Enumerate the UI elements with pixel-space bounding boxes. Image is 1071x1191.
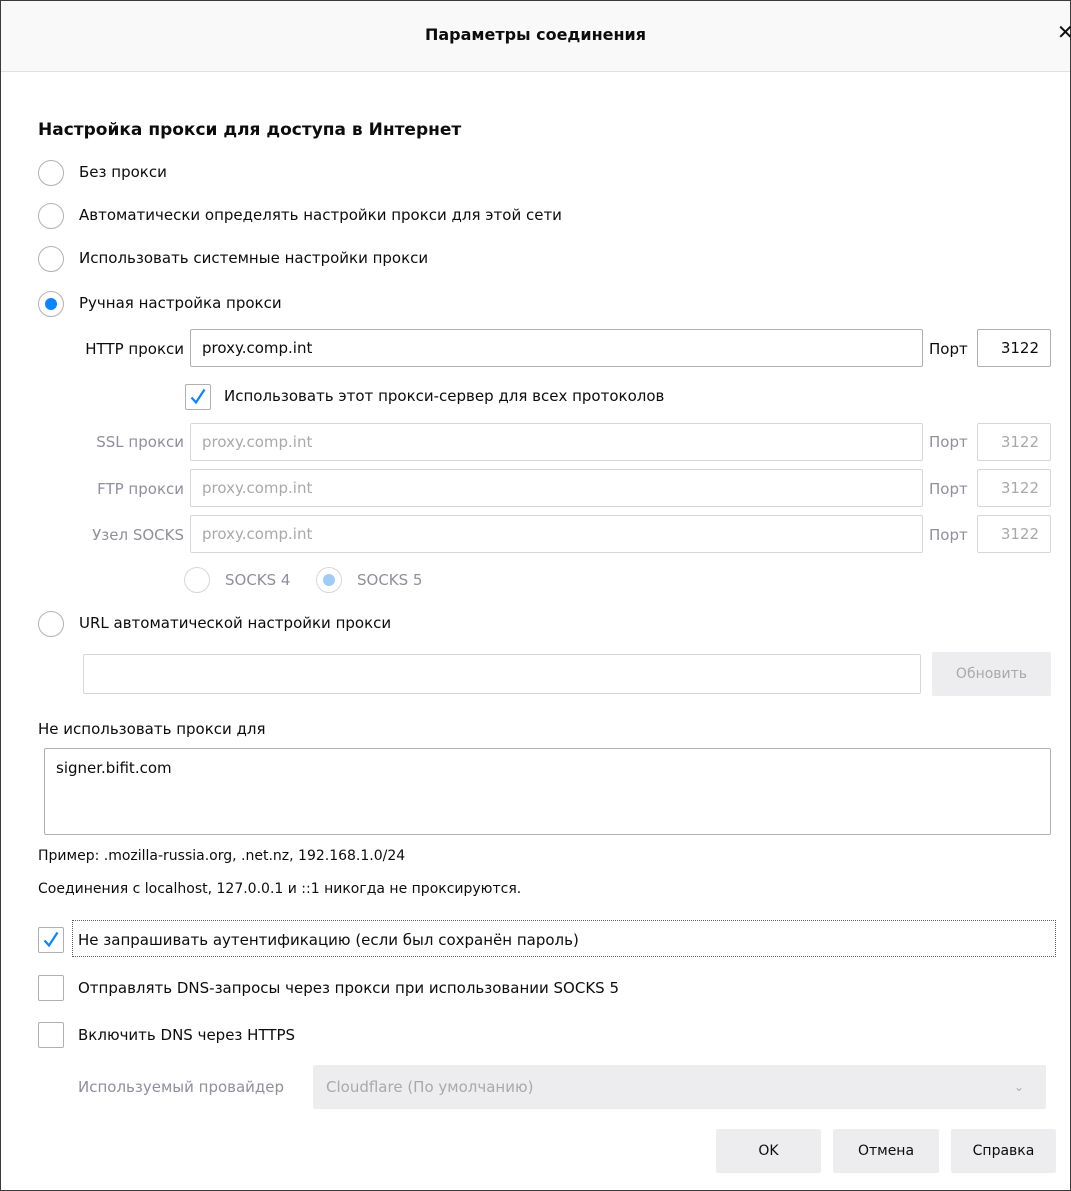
doh-provider-label: Используемый провайдер bbox=[78, 1078, 285, 1096]
ssl-port-input[interactable]: 3122 bbox=[977, 423, 1051, 461]
radio-pac-url-label[interactable]: URL автоматической настройки прокси bbox=[79, 614, 391, 632]
chevron-down-icon: ⌄ bbox=[1013, 1080, 1024, 1094]
radio-system-proxy[interactable] bbox=[38, 246, 64, 272]
socks-dns-label[interactable]: Отправлять DNS-запросы через прокси при … bbox=[78, 979, 619, 997]
http-proxy-label: HTTP прокси bbox=[85, 340, 184, 358]
no-auth-prompt-label[interactable]: Не запрашивать аутентификацию (если был … bbox=[78, 931, 579, 949]
ftp-proxy-input[interactable]: proxy.comp.int bbox=[190, 469, 923, 507]
http-proxy-input[interactable]: proxy.comp.int bbox=[190, 329, 923, 367]
radio-socks5[interactable] bbox=[316, 567, 342, 593]
refresh-button[interactable]: Обновить bbox=[932, 652, 1051, 696]
socks-host-input[interactable]: proxy.comp.int bbox=[190, 515, 923, 553]
no-proxy-for-label: Не использовать прокси для bbox=[38, 720, 266, 738]
doh-provider-value: Cloudflare (По умолчанию) bbox=[326, 1078, 534, 1096]
radio-manual-proxy-label[interactable]: Ручная настройка прокси bbox=[79, 294, 282, 312]
socks-port-label: Порт bbox=[929, 526, 968, 544]
radio-no-proxy-label[interactable]: Без прокси bbox=[79, 163, 167, 181]
ok-button[interactable]: OK bbox=[716, 1129, 821, 1173]
localhost-note: Соединения с localhost, 127.0.0.1 и ::1 … bbox=[38, 881, 522, 897]
use-for-all-label[interactable]: Использовать этот прокси-сервер для всех… bbox=[224, 387, 664, 405]
radio-system-proxy-label[interactable]: Использовать системные настройки прокси bbox=[79, 249, 428, 267]
radio-auto-detect-label[interactable]: Автоматически определять настройки прокс… bbox=[79, 206, 562, 224]
close-icon[interactable]: ✕ bbox=[1057, 20, 1071, 44]
help-button[interactable]: Справка bbox=[951, 1129, 1056, 1173]
no-proxy-example: Пример: .mozilla-russia.org, .net.nz, 19… bbox=[38, 848, 406, 864]
doh-label[interactable]: Включить DNS через HTTPS bbox=[78, 1026, 295, 1044]
pac-url-input[interactable] bbox=[83, 654, 921, 694]
ssl-proxy-input[interactable]: proxy.comp.int bbox=[190, 423, 923, 461]
socks-host-label: Узел SOCKS bbox=[92, 526, 184, 544]
no-auth-prompt-checkbox[interactable] bbox=[38, 927, 64, 953]
cancel-button[interactable]: Отмена bbox=[833, 1129, 939, 1173]
http-port-input[interactable]: 3122 bbox=[977, 329, 1051, 367]
radio-auto-detect[interactable] bbox=[38, 203, 64, 229]
radio-socks5-label[interactable]: SOCKS 5 bbox=[357, 571, 422, 589]
http-port-label: Порт bbox=[929, 340, 968, 358]
checkmark-icon bbox=[43, 931, 59, 948]
ftp-proxy-label: FTP прокси bbox=[97, 480, 184, 498]
radio-socks4-label[interactable]: SOCKS 4 bbox=[225, 571, 290, 589]
radio-no-proxy[interactable] bbox=[38, 160, 64, 186]
doh-provider-select[interactable]: Cloudflare (По умолчанию) ⌄ bbox=[313, 1065, 1046, 1109]
socks-dns-checkbox[interactable] bbox=[38, 975, 64, 1001]
ftp-port-input[interactable]: 3122 bbox=[977, 469, 1051, 507]
title-bar: Параметры соединения ✕ bbox=[1, 1, 1071, 72]
radio-pac-url[interactable] bbox=[38, 611, 64, 637]
ssl-port-label: Порт bbox=[929, 433, 968, 451]
socks-port-input[interactable]: 3122 bbox=[977, 515, 1051, 553]
dialog-title: Параметры соединения bbox=[424, 25, 647, 44]
radio-socks4[interactable] bbox=[184, 567, 210, 593]
ftp-port-label: Порт bbox=[929, 480, 968, 498]
section-title: Настройка прокси для доступа в Интернет bbox=[38, 120, 462, 140]
checkmark-icon bbox=[190, 388, 206, 405]
ssl-proxy-label: SSL прокси bbox=[96, 433, 184, 451]
doh-checkbox[interactable] bbox=[38, 1022, 64, 1048]
use-for-all-checkbox[interactable] bbox=[185, 384, 211, 410]
no-proxy-for-textarea[interactable]: signer.bifit.com bbox=[44, 748, 1051, 835]
radio-manual-proxy[interactable] bbox=[38, 291, 64, 317]
